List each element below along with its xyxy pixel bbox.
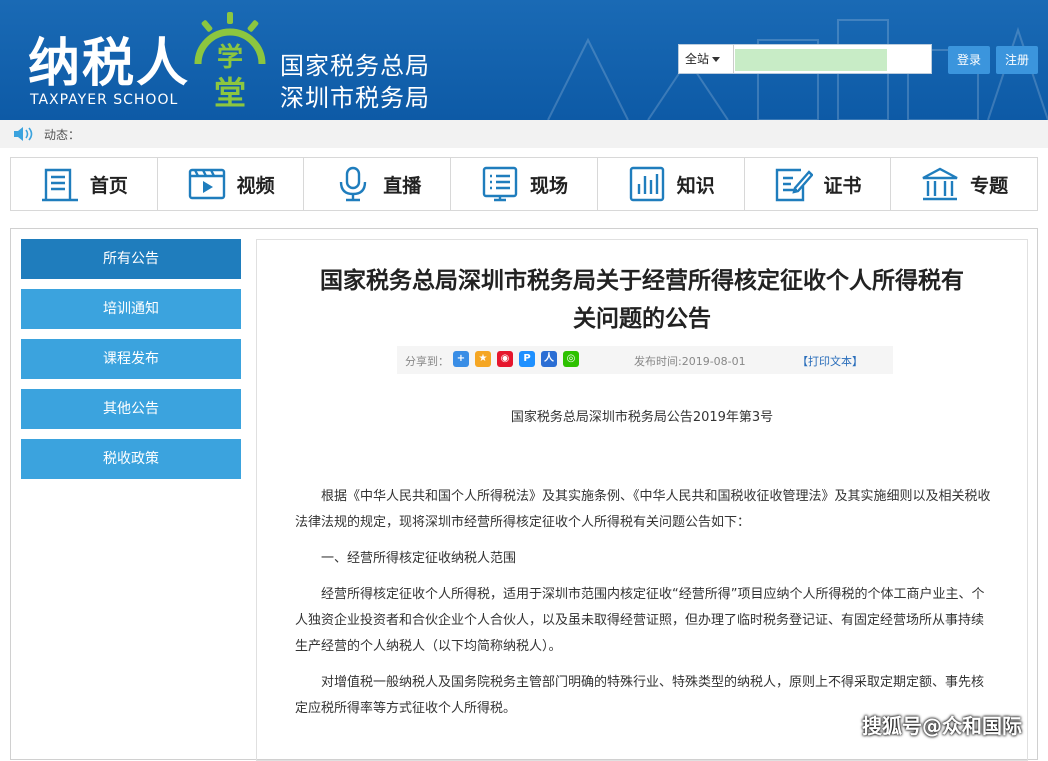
- nav-item-home[interactable]: 首页: [11, 158, 158, 210]
- share-label: 分享到：: [405, 355, 449, 368]
- share-more-icon[interactable]: +: [453, 351, 469, 367]
- notice-number: 国家税务总局深圳市税务局公告2019年第3号: [510, 410, 774, 425]
- org-name-line2: 深圳市税务局: [280, 84, 430, 112]
- share-icons: + ★ ◉ P 人 ◎: [453, 351, 579, 367]
- nav-label-certificate: 证书: [823, 174, 862, 197]
- article-meta-bar: 分享到： + ★ ◉ P 人 ◎ 发布时间:2019-08-01 【打印文本】: [397, 346, 893, 374]
- list-board-icon: [482, 166, 518, 202]
- certificate-pen-icon: [776, 168, 814, 202]
- article: 国家税务总局深圳市税务局关于经营所得核定征收个人所得税有 关问题的公告 分享到：…: [256, 239, 1028, 761]
- school-emblem-icon: 学 堂: [194, 12, 266, 112]
- search-input[interactable]: [735, 49, 887, 71]
- article-title: 国家税务总局深圳市税务局关于经营所得核定征收个人所得税有 关问题的公告: [277, 262, 1007, 338]
- sidebar-item-tax-policy[interactable]: 税收政策: [21, 439, 241, 479]
- share-wechat-icon[interactable]: ◎: [563, 351, 579, 367]
- nav-label-home: 首页: [89, 174, 128, 197]
- home-doc-icon: [41, 168, 78, 202]
- search-scope-label: 全站: [685, 52, 710, 66]
- nav-label-live: 直播: [383, 174, 422, 197]
- emblem-char-1: 学: [217, 42, 243, 73]
- share-qzone-icon[interactable]: ★: [475, 351, 491, 367]
- nav-label-onsite: 现场: [530, 174, 569, 197]
- share-weibo-icon[interactable]: ◉: [497, 351, 513, 367]
- nav-label-knowledge: 知识: [676, 174, 715, 197]
- article-paragraph: 根据《中华人民共和国个人所得税法》及其实施条例、《中华人民共和国税收征收管理法》…: [295, 489, 991, 530]
- speaker-icon: [14, 127, 33, 141]
- sidebar-item-other[interactable]: 其他公告: [21, 389, 241, 429]
- video-play-icon: [188, 168, 225, 200]
- emblem-char-2: 堂: [214, 74, 246, 112]
- nav-item-topics[interactable]: 专题: [891, 158, 1037, 210]
- publish-date: 发布时间:2019-08-01: [634, 355, 746, 368]
- login-button[interactable]: 登录: [948, 46, 990, 74]
- building-icon: [922, 167, 958, 201]
- search-box: 全站: [678, 44, 932, 74]
- nav-item-onsite[interactable]: 现场: [451, 158, 598, 210]
- article-body: 根据《中华人民共和国个人所得税法》及其实施条例、《中华人民共和国税收征收管理法》…: [295, 484, 995, 732]
- org-name-line1: 国家税务总局: [280, 52, 430, 80]
- news-ticker: 动态：: [0, 120, 1048, 148]
- bar-chart-icon: [629, 166, 664, 202]
- share-renren-icon[interactable]: 人: [541, 351, 557, 367]
- article-paragraph: 经营所得核定征收个人所得税，适用于深圳市范围内核定征收“经营所得”项目应纳个人所…: [295, 587, 985, 654]
- content-area: 所有公告 培训通知 课程发布 其他公告 税收政策 国家税务总局深圳市税务局关于经…: [10, 228, 1038, 761]
- article-title-line1: 国家税务总局深圳市税务局关于经营所得核定征收个人所得税有: [320, 268, 964, 294]
- logo-text: 纳税人: [28, 34, 191, 94]
- ticker-label: 动态：: [44, 128, 81, 142]
- article-paragraph: 一、经营所得核定征收纳税人范围: [321, 551, 517, 566]
- nav-item-knowledge[interactable]: 知识: [598, 158, 745, 210]
- sidebar-item-training[interactable]: 培训通知: [21, 289, 241, 329]
- search-scope-select[interactable]: 全站: [679, 45, 734, 73]
- source-watermark: 搜狐号@众和国际: [862, 714, 1022, 738]
- logo-subtitle: TAXPAYER SCHOOL: [30, 92, 179, 108]
- nav-item-live[interactable]: 直播: [304, 158, 452, 210]
- print-link[interactable]: 【打印文本】: [797, 353, 863, 369]
- register-button[interactable]: 注册: [996, 46, 1038, 74]
- chevron-down-icon: [712, 57, 721, 62]
- nav-item-certificate[interactable]: 证书: [745, 158, 892, 210]
- sidebar: 所有公告 培训通知 课程发布 其他公告 税收政策: [21, 239, 241, 489]
- nav-label-topics: 专题: [970, 174, 1009, 197]
- nav-item-video[interactable]: 视频: [158, 158, 305, 210]
- nav-label-video: 视频: [236, 174, 275, 197]
- sidebar-item-courses[interactable]: 课程发布: [21, 339, 241, 379]
- share-tencent-icon[interactable]: P: [519, 351, 535, 367]
- sidebar-item-all-notices[interactable]: 所有公告: [21, 239, 241, 279]
- main-nav: 首页 视频 直播 现场 知识 证书 专题: [10, 157, 1038, 211]
- site-header: 纳税人 TAXPAYER SCHOOL 学 堂 国家税务总局 深圳市税务局 全站…: [0, 0, 1048, 120]
- article-title-line2: 关问题的公告: [573, 306, 711, 332]
- microphone-icon: [340, 166, 367, 202]
